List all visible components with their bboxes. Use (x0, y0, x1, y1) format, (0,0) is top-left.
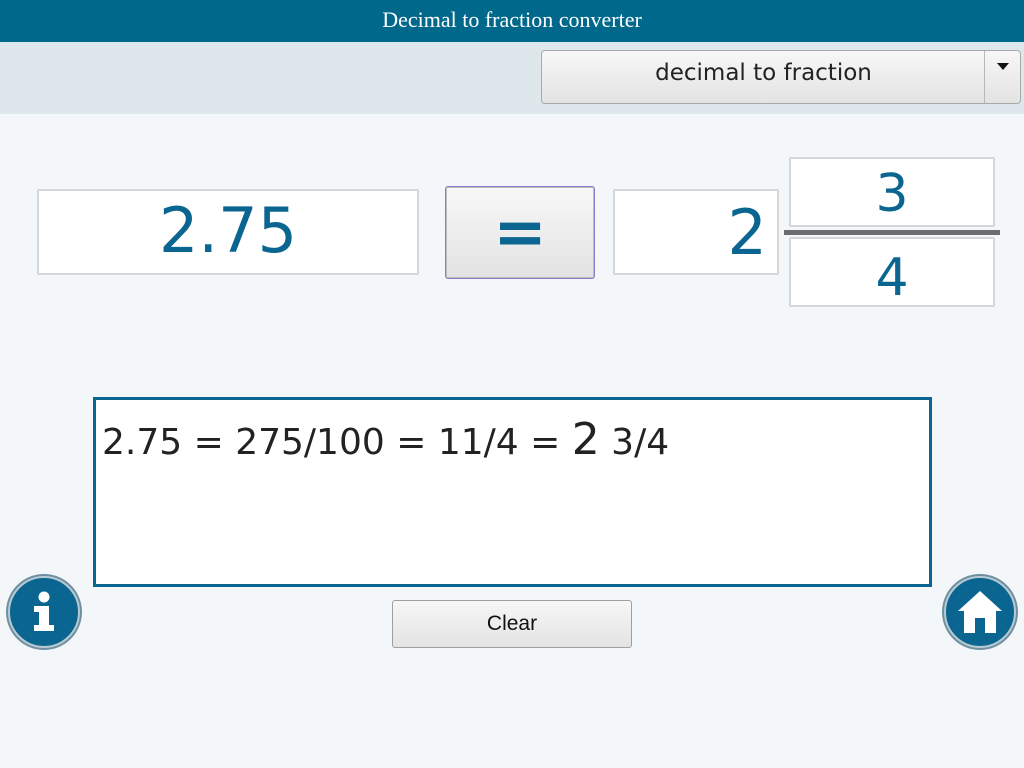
result-steps-text: 2.75 = 275/100 = 11/4 = (102, 422, 572, 463)
equals-button[interactable]: = (445, 186, 595, 279)
clear-button[interactable]: Clear (392, 600, 632, 648)
chevron-down-icon[interactable] (984, 51, 1020, 103)
info-button[interactable] (8, 576, 80, 648)
mode-dropdown-label: decimal to fraction (655, 60, 872, 86)
result-output: 2.75 = 275/100 = 11/4 = 2 3/4 (93, 397, 932, 587)
fraction-bar (784, 230, 1000, 235)
home-icon (958, 591, 1002, 633)
home-button[interactable] (944, 576, 1016, 648)
info-icon (34, 591, 54, 631)
app-title: Decimal to fraction converter (382, 7, 642, 32)
result-fraction-text: 3/4 (599, 422, 670, 463)
mode-bar: decimal to fraction (0, 42, 1024, 114)
numerator-field[interactable]: 3 (789, 157, 995, 227)
app-title-bar: Decimal to fraction converter (0, 0, 1024, 42)
whole-number-field[interactable]: 2 (613, 189, 779, 275)
mode-dropdown[interactable]: decimal to fraction (541, 50, 1021, 104)
result-whole-number: 2 (571, 414, 600, 465)
denominator-field[interactable]: 4 (789, 237, 995, 308)
decimal-input[interactable]: 2.75 (37, 189, 419, 275)
